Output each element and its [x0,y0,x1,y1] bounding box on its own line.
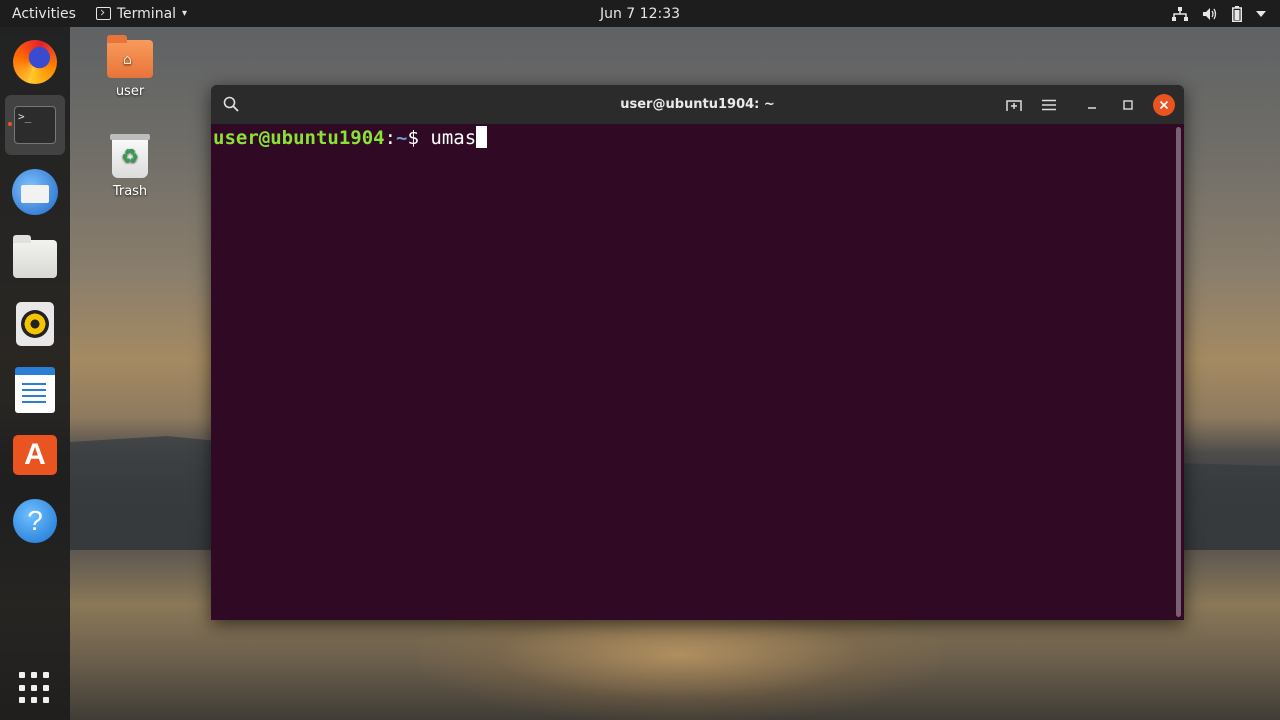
dock-item-writer[interactable] [5,360,65,420]
terminal-icon: >_ [14,106,56,144]
prompt-path: ~ [396,127,408,149]
help-icon: ? [13,499,57,543]
app-menu-label: Terminal [116,5,177,22]
maximize-button[interactable] [1117,94,1139,116]
terminal-output[interactable]: user@ubuntu1904:~$ umas [211,124,1184,620]
prompt-symbol: $ [407,127,431,149]
command-input[interactable]: umas [430,127,476,149]
dock-item-software[interactable]: A [5,425,65,485]
activities-button[interactable]: Activities [12,6,76,22]
network-icon [1172,6,1188,21]
desktop-trash-label: Trash [112,184,148,199]
maximize-icon [1123,100,1133,110]
desktop-home-folder[interactable]: ⌂ user [90,35,170,99]
battery-icon [1232,5,1242,22]
dock-item-files[interactable] [5,229,65,289]
running-indicator [8,122,12,126]
close-button[interactable] [1153,94,1175,116]
show-applications-button[interactable] [19,672,51,704]
text-cursor [476,126,488,148]
new-tab-button[interactable] [1003,94,1025,116]
clock-container: Jun 7 12:33 [0,6,1280,22]
close-icon [1159,100,1169,110]
menu-button[interactable] [1038,94,1060,116]
firefox-icon [13,40,57,84]
dock-item-help[interactable]: ? [5,491,65,551]
grid-icon [19,672,25,678]
files-icon [13,235,57,278]
system-tray[interactable] [1172,0,1266,27]
new-tab-icon [1006,100,1022,111]
terminal-headerbar[interactable]: user@ubuntu1904: ~ [211,85,1184,124]
prompt-colon: : [384,127,397,149]
top-bar: Activities Terminal ▾ Jun 7 12:33 [0,0,1280,27]
dock-item-thunderbird[interactable] [5,162,65,222]
dock-item-rhythmbox[interactable] [5,294,65,354]
thunderbird-icon [12,169,58,215]
trash-icon: ♻ [110,134,150,178]
hamburger-icon [1042,99,1056,111]
app-menu[interactable]: Terminal ▾ [95,5,188,22]
rhythmbox-icon [16,302,54,346]
dock-item-firefox[interactable] [5,32,65,92]
writer-icon [15,367,55,413]
prompt-user-host: user@ubuntu1904 [213,127,385,149]
terminal-window: user@ubuntu1904: ~ user@ubuntu1904:~$ um… [211,85,1184,620]
desktop-trash[interactable]: ♻ Trash [90,134,170,199]
terminal-app-icon [95,7,111,20]
home-folder-icon: ⌂ [107,35,153,78]
dock-item-terminal[interactable]: >_ [5,95,65,155]
chevron-down-icon [1256,10,1266,17]
search-icon[interactable] [223,96,239,112]
chevron-down-icon: ▾ [182,8,188,19]
dock: >_ A ? [0,27,70,720]
desktop-home-label: user [115,84,145,99]
terminal-scrollbar[interactable] [1176,127,1181,617]
clock[interactable]: Jun 7 12:33 [600,6,680,22]
software-icon: A [13,435,57,475]
volume-icon [1203,7,1217,20]
minimize-icon [1088,107,1096,109]
minimize-button[interactable] [1081,94,1103,116]
